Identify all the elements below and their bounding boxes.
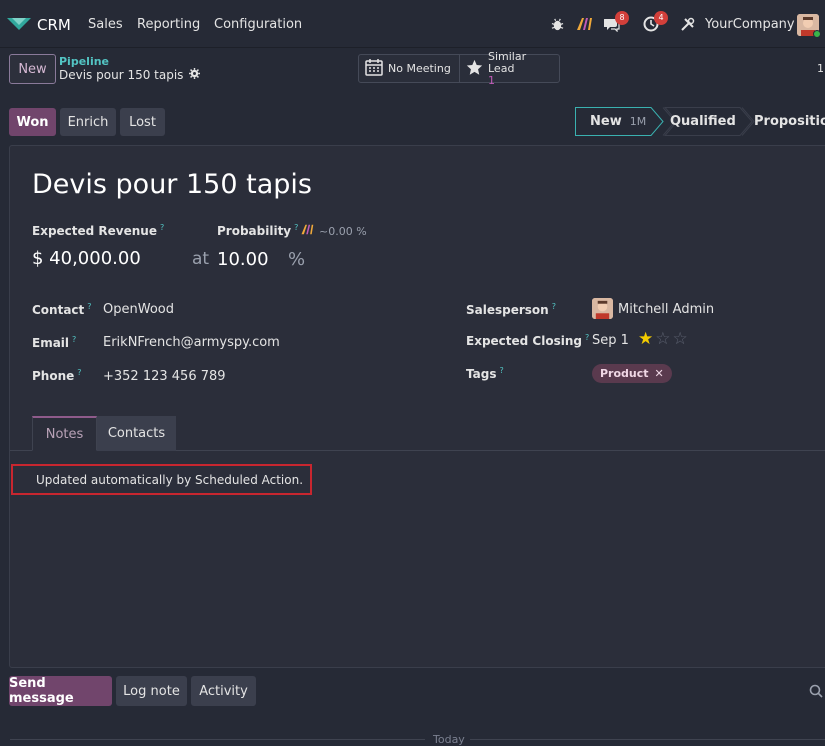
expected-closing-label: Expected Closing? bbox=[466, 333, 590, 348]
send-message-button[interactable]: Send message bbox=[9, 676, 112, 706]
tag-product: Product ✕ bbox=[592, 364, 672, 383]
breadcrumb-pipeline[interactable]: Pipeline bbox=[59, 55, 109, 68]
breadcrumb-current: Devis pour 150 tapis bbox=[59, 68, 201, 82]
salesperson-label: Salesperson? bbox=[466, 302, 556, 317]
salesperson-field[interactable]: Mitchell Admin bbox=[618, 302, 714, 317]
expected-revenue-label: Expected Revenue? bbox=[32, 223, 165, 238]
stage-proposition[interactable]: Proposition bbox=[754, 107, 825, 136]
percent-sign: % bbox=[288, 249, 306, 270]
priority-star-2-icon[interactable]: ☆ bbox=[655, 331, 670, 348]
new-button[interactable]: New bbox=[9, 54, 56, 84]
expected-closing-field[interactable]: Sep 1 bbox=[592, 333, 629, 348]
tags-label: Tags? bbox=[466, 366, 504, 381]
star-icon bbox=[466, 59, 483, 79]
probability-label: Probability? bbox=[217, 223, 299, 238]
similar-lead-button[interactable]: Similar Lead 1 bbox=[459, 50, 559, 86]
top-navbar: CRM Sales Reporting Configuration 8 4 Yo… bbox=[0, 0, 825, 48]
notes-content[interactable]: Updated automatically by Scheduled Actio… bbox=[11, 464, 312, 495]
tag-remove-icon[interactable]: ✕ bbox=[655, 367, 664, 380]
lost-button[interactable]: Lost bbox=[120, 108, 165, 136]
today-divider-left bbox=[10, 739, 425, 740]
similar-lead-count: 1 bbox=[488, 73, 495, 87]
similar-lead-label: Similar Lead bbox=[488, 49, 527, 75]
menu-sales[interactable]: Sales bbox=[88, 17, 123, 32]
stage-new[interactable]: New 1M bbox=[590, 107, 646, 136]
today-separator: Today bbox=[433, 733, 465, 746]
priority-star-1-icon[interactable]: ★ bbox=[638, 331, 653, 348]
contact-label: Contact? bbox=[32, 302, 92, 317]
crm-logo-icon[interactable] bbox=[7, 16, 31, 32]
pager-value[interactable]: 1 bbox=[817, 62, 824, 75]
menu-configuration[interactable]: Configuration bbox=[214, 17, 302, 32]
phone-field[interactable]: +352 123 456 789 bbox=[103, 369, 226, 384]
stage-qualified[interactable]: Qualified bbox=[670, 107, 736, 136]
enrich-button[interactable]: Enrich bbox=[60, 108, 116, 136]
email-label: Email? bbox=[32, 335, 77, 350]
email-field[interactable]: ErikNFrench@armyspy.com bbox=[103, 335, 280, 350]
stage-new-duration: 1M bbox=[629, 115, 647, 128]
ai-icon bbox=[300, 224, 314, 238]
app-name[interactable]: CRM bbox=[37, 16, 71, 34]
breadcrumb-current-label: Devis pour 150 tapis bbox=[59, 68, 184, 82]
probability-input[interactable]: 10.00 bbox=[217, 249, 269, 270]
calendar-icon bbox=[365, 58, 383, 79]
ai-probability-value: ~0.00 % bbox=[319, 224, 367, 238]
activities-count-badge: 4 bbox=[654, 11, 668, 25]
search-icon[interactable] bbox=[809, 684, 823, 702]
lead-title[interactable]: Devis pour 150 tapis bbox=[32, 169, 312, 200]
phone-label: Phone? bbox=[32, 368, 82, 383]
messages-icon[interactable]: 8 bbox=[603, 11, 629, 33]
similar-lead-text: Similar Lead 1 bbox=[488, 49, 553, 87]
log-note-button[interactable]: Log note bbox=[116, 676, 187, 706]
gear-icon[interactable] bbox=[189, 68, 201, 82]
tab-notes[interactable]: Notes bbox=[32, 416, 97, 451]
salesperson-avatar[interactable] bbox=[592, 298, 613, 319]
won-button[interactable]: Won bbox=[9, 108, 56, 136]
ai-probability[interactable]: ~0.00 % bbox=[300, 224, 367, 238]
activities-clock-icon[interactable]: 4 bbox=[642, 11, 668, 33]
tag-product-label: Product bbox=[600, 367, 649, 380]
tools-icon[interactable] bbox=[678, 15, 696, 33]
activity-button[interactable]: Activity bbox=[191, 676, 256, 706]
no-meeting-label: No Meeting bbox=[388, 62, 451, 75]
tab-contacts[interactable]: Contacts bbox=[97, 416, 176, 451]
expected-revenue-input[interactable]: $ 40,000.00 bbox=[32, 248, 141, 269]
smart-buttons: No Meeting Similar Lead 1 bbox=[358, 50, 560, 86]
at-label: at bbox=[192, 249, 210, 269]
today-divider-right bbox=[470, 739, 825, 740]
contact-field[interactable]: OpenWood bbox=[103, 302, 174, 317]
bug-icon[interactable] bbox=[548, 15, 566, 33]
stage-new-label: New bbox=[590, 114, 622, 129]
ai-icon[interactable] bbox=[575, 15, 593, 33]
messages-count-badge: 8 bbox=[615, 11, 629, 25]
company-switcher[interactable]: YourCompany bbox=[705, 17, 795, 32]
no-meeting-button[interactable]: No Meeting bbox=[359, 55, 459, 82]
priority-stars: ★ ☆ ☆ bbox=[638, 331, 688, 348]
menu-reporting[interactable]: Reporting bbox=[137, 17, 200, 32]
stage-statusbar: New 1M Qualified Proposition bbox=[575, 107, 825, 136]
online-status-dot bbox=[813, 30, 821, 38]
priority-star-3-icon[interactable]: ☆ bbox=[673, 331, 688, 348]
